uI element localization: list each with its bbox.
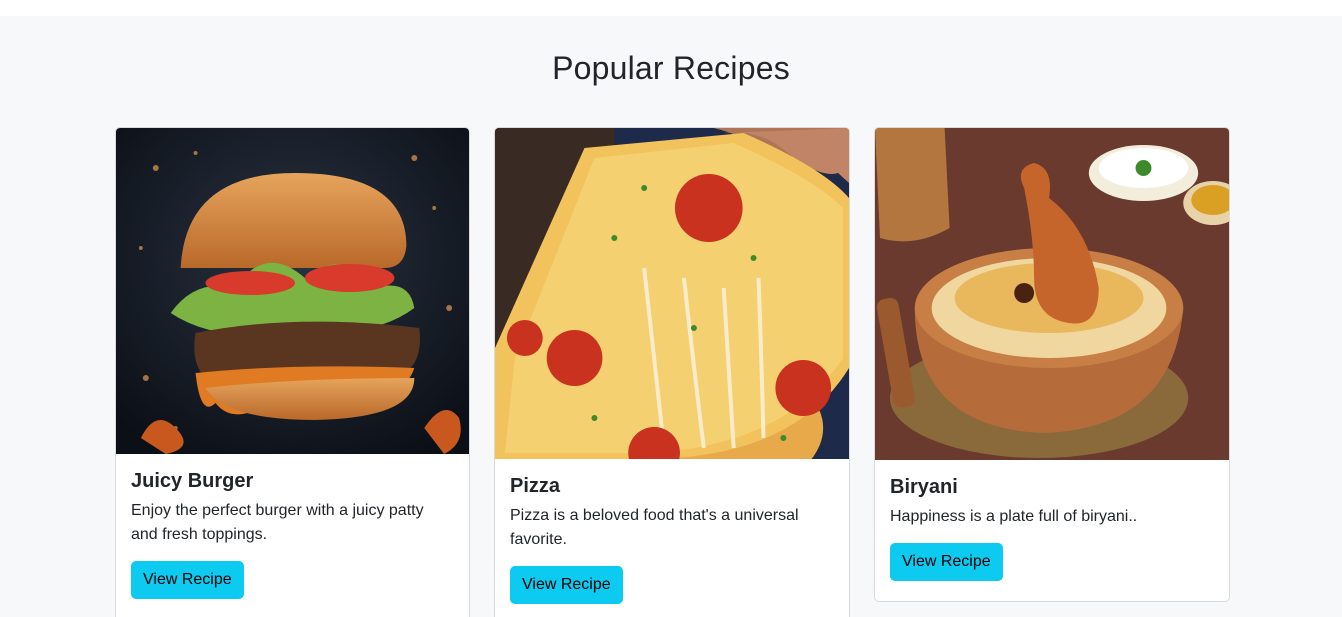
burger-photo [116,128,469,454]
view-recipe-button[interactable]: View Recipe [131,561,244,599]
recipe-card-biryani: Biryani Happiness is a plate full of bir… [874,127,1230,602]
biryani-photo [875,128,1229,460]
recipe-title: Pizza [510,475,561,497]
section-title: Popular Recipes [552,50,790,86]
pizza-photo [495,128,849,459]
recipe-title: Juicy Burger [131,470,254,492]
recipe-description: Pizza is a beloved food that's a univers… [510,507,799,548]
recipe-title: Biryani [890,476,958,498]
view-recipe-button[interactable]: View Recipe [510,566,623,604]
page-top-bar [0,0,1342,16]
recipe-card-burger: Juicy Burger Enjoy the perfect burger wi… [115,127,470,617]
view-recipe-button[interactable]: View Recipe [890,543,1003,581]
recipe-card-pizza: Pizza Pizza is a beloved food that's a u… [494,127,850,617]
recipe-description: Happiness is a plate full of biryani.. [890,508,1138,525]
recipe-description: Enjoy the perfect burger with a juicy pa… [131,502,424,543]
